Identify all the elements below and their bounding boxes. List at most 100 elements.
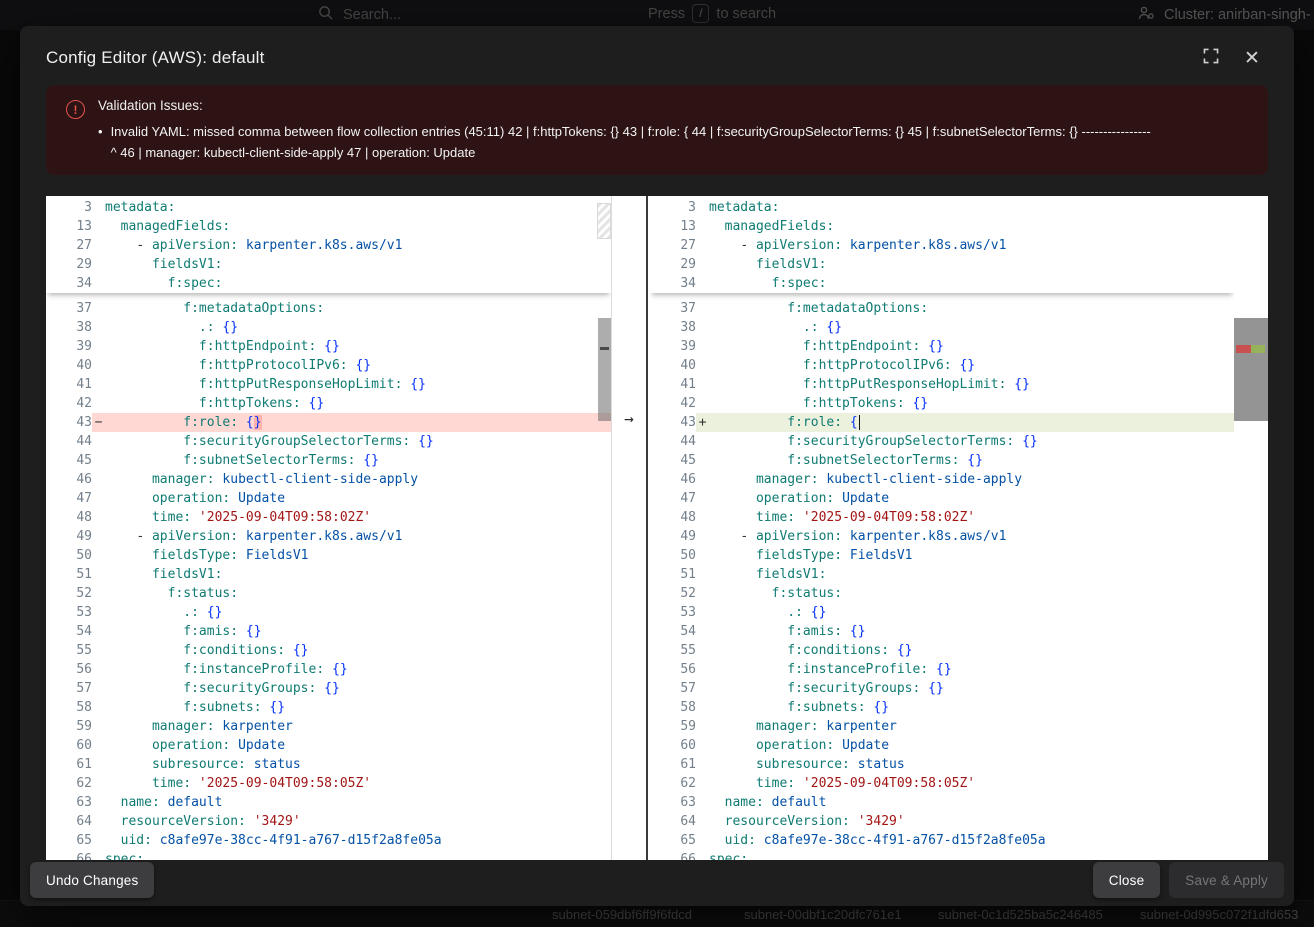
overview-ruler[interactable] xyxy=(1234,196,1268,860)
scrollbar-thumb[interactable] xyxy=(1234,318,1268,421)
code-line[interactable]: 61 subresource: status xyxy=(650,755,1234,774)
code-line[interactable]: 59 manager: karpenter xyxy=(650,717,1234,736)
code-line[interactable]: 46 manager: kubectl-client-side-apply xyxy=(650,470,1234,489)
code-line[interactable]: 64 resourceVersion: '3429' xyxy=(46,812,611,831)
line-number: 39 xyxy=(46,337,92,356)
code-line[interactable]: 60 operation: Update xyxy=(650,736,1234,755)
code-line[interactable]: 44 f:securityGroupSelectorTerms: {} xyxy=(46,432,611,451)
sticky-scroll-header: 3 metadata:13 managedFields:27 - apiVers… xyxy=(46,196,611,293)
code-line[interactable]: 45 f:subnetSelectorTerms: {} xyxy=(46,451,611,470)
line-number: 42 xyxy=(46,394,92,413)
code-line[interactable]: 29 fieldsV1: xyxy=(650,255,1234,274)
yaml-diff-editor[interactable]: 3 metadata:13 managedFields:27 - apiVers… xyxy=(46,196,1268,860)
code-line[interactable]: 37 f:metadataOptions: xyxy=(650,299,1234,318)
code-line[interactable]: 57 f:securityGroups: {} xyxy=(650,679,1234,698)
code-line[interactable]: 51 fieldsV1: xyxy=(46,565,611,584)
code-line[interactable]: 55 f:conditions: {} xyxy=(46,641,611,660)
code-line[interactable]: 34 f:spec: xyxy=(46,274,611,293)
diff-modified-pane[interactable]: 3 metadata:13 managedFields:27 - apiVers… xyxy=(650,196,1234,860)
code-line[interactable]: 40 f:httpProtocolIPv6: {} xyxy=(650,356,1234,375)
code-line[interactable]: 49 - apiVersion: karpenter.k8s.aws/v1 xyxy=(46,527,611,546)
code-line[interactable]: 58 f:subnets: {} xyxy=(650,698,1234,717)
code-line[interactable]: 54 f:amis: {} xyxy=(650,622,1234,641)
code-line[interactable]: 52 f:status: xyxy=(46,584,611,603)
code-line[interactable]: 62 time: '2025-09-04T09:58:05Z' xyxy=(46,774,611,793)
code-line[interactable]: 13 managedFields: xyxy=(650,217,1234,236)
code-line[interactable]: 27 - apiVersion: karpenter.k8s.aws/v1 xyxy=(46,236,611,255)
code-line[interactable]: 40 f:httpProtocolIPv6: {} xyxy=(46,356,611,375)
line-number: 62 xyxy=(650,774,696,793)
code-line[interactable]: 38 .: {} xyxy=(46,318,611,337)
code-line[interactable]: 65 uid: c8afe97e-38cc-4f91-a767-d15f2a8f… xyxy=(650,831,1234,850)
code-line[interactable]: 27 - apiVersion: karpenter.k8s.aws/v1 xyxy=(650,236,1234,255)
code-line[interactable]: 66 spec: xyxy=(650,850,1234,860)
code-line[interactable]: 50 fieldsType: FieldsV1 xyxy=(46,546,611,565)
scrollbar-thumb[interactable] xyxy=(598,318,611,421)
code-line[interactable]: 62 time: '2025-09-04T09:58:05Z' xyxy=(650,774,1234,793)
close-dialog-button[interactable]: Close xyxy=(1093,862,1161,898)
code-line[interactable]: 44 f:securityGroupSelectorTerms: {} xyxy=(650,432,1234,451)
code-line[interactable]: 54 f:amis: {} xyxy=(46,622,611,641)
code-text: - apiVersion: karpenter.k8s.aws/v1 xyxy=(696,527,1234,546)
code-line[interactable]: 3 metadata: xyxy=(650,198,1234,217)
code-line[interactable]: 60 operation: Update xyxy=(46,736,611,755)
revert-change-button[interactable]: → xyxy=(614,409,644,428)
code-line[interactable]: 39 f:httpEndpoint: {} xyxy=(650,337,1234,356)
diff-gutter-sash[interactable] xyxy=(611,196,648,860)
line-number: 53 xyxy=(46,603,92,622)
code-line[interactable]: 49 - apiVersion: karpenter.k8s.aws/v1 xyxy=(650,527,1234,546)
code-line[interactable]: 56 f:instanceProfile: {} xyxy=(650,660,1234,679)
code-line[interactable]: 42 f:httpTokens: {} xyxy=(46,394,611,413)
code-text: - apiVersion: karpenter.k8s.aws/v1 xyxy=(92,236,611,255)
line-number: 59 xyxy=(650,717,696,736)
dialog-title: Config Editor (AWS): default xyxy=(46,48,1197,68)
code-line[interactable]: 61 subresource: status xyxy=(46,755,611,774)
code-line[interactable]: 56 f:instanceProfile: {} xyxy=(46,660,611,679)
line-number: 60 xyxy=(650,736,696,755)
fullscreen-button[interactable] xyxy=(1197,44,1225,72)
code-line[interactable]: 63 name: default xyxy=(650,793,1234,812)
code-line[interactable]: 48 time: '2025-09-04T09:58:02Z' xyxy=(46,508,611,527)
code-line[interactable]: 41 f:httpPutResponseHopLimit: {} xyxy=(46,375,611,394)
line-number: 3 xyxy=(650,198,696,217)
code-line[interactable]: 52 f:status: xyxy=(650,584,1234,603)
code-line[interactable]: 58 f:subnets: {} xyxy=(46,698,611,717)
code-line[interactable]: 53 .: {} xyxy=(46,603,611,622)
code-line[interactable]: 42 f:httpTokens: {} xyxy=(650,394,1234,413)
code-line[interactable]: 53 .: {} xyxy=(650,603,1234,622)
gutter-space xyxy=(92,736,105,755)
code-line[interactable]: 29 fieldsV1: xyxy=(46,255,611,274)
code-line[interactable]: 34 f:spec: xyxy=(650,274,1234,293)
diff-marker: + xyxy=(696,413,709,432)
code-line[interactable]: 43− f:role: {} xyxy=(46,413,611,432)
code-line[interactable]: 55 f:conditions: {} xyxy=(650,641,1234,660)
line-number: 43 xyxy=(46,413,92,432)
code-line[interactable]: 48 time: '2025-09-04T09:58:02Z' xyxy=(650,508,1234,527)
code-line[interactable]: 38 .: {} xyxy=(650,318,1234,337)
code-line[interactable]: 45 f:subnetSelectorTerms: {} xyxy=(650,451,1234,470)
code-text: managedFields: xyxy=(92,217,611,236)
gutter-space xyxy=(696,299,709,318)
line-number: 47 xyxy=(46,489,92,508)
code-line[interactable]: 47 operation: Update xyxy=(650,489,1234,508)
code-line[interactable]: 51 fieldsV1: xyxy=(650,565,1234,584)
undo-changes-button[interactable]: Undo Changes xyxy=(30,862,154,898)
code-line[interactable]: 64 resourceVersion: '3429' xyxy=(650,812,1234,831)
code-line[interactable]: 39 f:httpEndpoint: {} xyxy=(46,337,611,356)
code-line[interactable]: 59 manager: karpenter xyxy=(46,717,611,736)
code-line[interactable]: 3 metadata: xyxy=(46,198,611,217)
code-line[interactable]: 65 uid: c8afe97e-38cc-4f91-a767-d15f2a8f… xyxy=(46,831,611,850)
code-line[interactable]: 47 operation: Update xyxy=(46,489,611,508)
code-line[interactable]: 50 fieldsType: FieldsV1 xyxy=(650,546,1234,565)
code-line[interactable]: 57 f:securityGroups: {} xyxy=(46,679,611,698)
code-line[interactable]: 13 managedFields: xyxy=(46,217,611,236)
close-button[interactable]: ✕ xyxy=(1238,44,1266,72)
code-line[interactable]: 41 f:httpPutResponseHopLimit: {} xyxy=(650,375,1234,394)
diff-original-pane[interactable]: 3 metadata:13 managedFields:27 - apiVers… xyxy=(46,196,611,860)
save-apply-button[interactable]: Save & Apply xyxy=(1169,862,1284,898)
code-line[interactable]: 46 manager: kubectl-client-side-apply xyxy=(46,470,611,489)
code-line[interactable]: 63 name: default xyxy=(46,793,611,812)
code-line[interactable]: 66 spec: xyxy=(46,850,611,860)
code-line[interactable]: 43+ f:role: { xyxy=(650,413,1234,432)
code-line[interactable]: 37 f:metadataOptions: xyxy=(46,299,611,318)
